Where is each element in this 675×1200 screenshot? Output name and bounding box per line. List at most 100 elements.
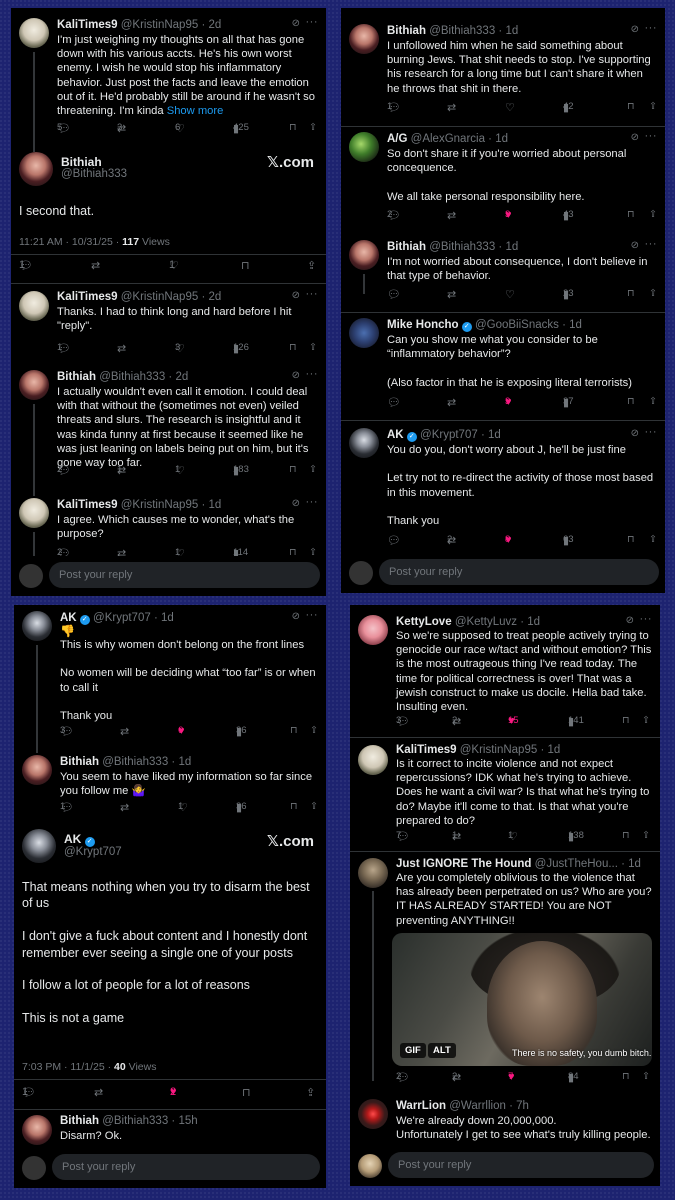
avatar[interactable] xyxy=(349,240,379,270)
handle[interactable]: @Bithiah333 xyxy=(102,1115,168,1127)
timestamp[interactable]: · 1d xyxy=(481,429,501,441)
grok-icon[interactable]: ⊘ xyxy=(292,370,300,381)
handle[interactable]: @Bithiah333 xyxy=(429,25,495,37)
more-options-icon[interactable]: ··· xyxy=(306,16,319,28)
handle[interactable]: @KristinNap95 xyxy=(121,19,199,31)
avatar[interactable] xyxy=(358,1099,388,1129)
more-options-icon[interactable]: ··· xyxy=(640,613,653,625)
bookmark-icon[interactable]: ⊓ xyxy=(627,534,634,545)
grok-icon[interactable]: ⊘ xyxy=(631,24,639,35)
share-icon[interactable]: ⇪ xyxy=(309,342,317,353)
handle[interactable]: @Bithiah333 xyxy=(61,168,127,180)
bookmark-icon[interactable]: ⊓ xyxy=(627,209,634,220)
share-icon[interactable]: ⇪ xyxy=(642,715,650,726)
reply-input[interactable]: Post your reply xyxy=(388,1152,654,1178)
avatar[interactable] xyxy=(22,829,56,863)
share-icon[interactable]: ⇪ xyxy=(310,801,318,812)
repost-icon[interactable]: ⇄ xyxy=(91,259,100,272)
bookmark-icon[interactable]: ⊓ xyxy=(627,288,634,299)
handle[interactable]: @Warrllion xyxy=(449,1100,506,1112)
handle[interactable]: @KristinNap95 xyxy=(460,744,538,756)
bookmark-icon[interactable]: ⊓ xyxy=(622,830,629,841)
more-options-icon[interactable]: ··· xyxy=(306,609,319,621)
display-name[interactable]: A/G xyxy=(387,133,407,145)
handle[interactable]: @Bithiah333 xyxy=(102,756,168,768)
more-options-icon[interactable]: ··· xyxy=(645,426,658,438)
display-name[interactable]: Bithiah xyxy=(387,25,426,37)
grok-icon[interactable]: ⊘ xyxy=(292,290,300,301)
more-options-icon[interactable]: ··· xyxy=(306,288,319,300)
handle[interactable]: @GooBiiSnacks xyxy=(475,319,559,331)
share-icon[interactable]: ⇪ xyxy=(310,725,318,736)
handle[interactable]: @Krypt707 xyxy=(64,846,122,858)
share-icon[interactable]: ⇪ xyxy=(649,209,657,220)
avatar[interactable] xyxy=(349,428,379,458)
share-icon[interactable]: ⇪ xyxy=(309,464,317,475)
share-icon[interactable]: ⇪ xyxy=(649,534,657,545)
avatar[interactable] xyxy=(349,318,379,348)
display-name[interactable]: KaliTimes9 xyxy=(57,291,118,303)
avatar[interactable] xyxy=(22,1115,52,1145)
timestamp[interactable]: · 1d xyxy=(540,744,560,756)
timestamp[interactable]: · 1d xyxy=(488,133,508,145)
timestamp[interactable]: · 2d xyxy=(201,291,221,303)
avatar[interactable] xyxy=(19,18,49,48)
handle[interactable]: @KristinNap95 xyxy=(121,499,199,511)
grok-icon[interactable]: ⊘ xyxy=(631,132,639,143)
display-name[interactable]: Bithiah xyxy=(60,756,99,768)
grok-icon[interactable]: ⊘ xyxy=(631,428,639,439)
gif-media[interactable]: GIF ALT There is no safety, you dumb bit… xyxy=(392,933,652,1066)
avatar[interactable] xyxy=(349,24,379,54)
bookmark-icon[interactable]: ⊓ xyxy=(289,342,296,353)
display-name[interactable]: AK xyxy=(60,612,77,624)
display-name[interactable]: AK xyxy=(387,429,404,441)
share-icon[interactable]: ⇪ xyxy=(307,259,316,272)
grok-icon[interactable]: ⊘ xyxy=(292,18,300,29)
repost-icon[interactable]: ⇄ xyxy=(94,1086,103,1099)
avatar[interactable] xyxy=(22,755,52,785)
share-icon[interactable]: ⇪ xyxy=(642,830,650,841)
more-options-icon[interactable]: ··· xyxy=(645,130,658,142)
reply-input[interactable]: Post your reply xyxy=(49,562,320,588)
display-name[interactable]: KaliTimes9 xyxy=(57,19,118,31)
share-icon[interactable]: ⇪ xyxy=(649,396,657,407)
timestamp[interactable]: · 2d xyxy=(201,19,221,31)
handle[interactable]: @AlexGnarcia xyxy=(411,133,485,145)
timestamp[interactable]: · 1d xyxy=(562,319,582,331)
bookmark-icon[interactable]: ⊓ xyxy=(289,122,296,133)
display-name[interactable]: AK ✓ xyxy=(64,832,95,847)
bookmark-icon[interactable]: ⊓ xyxy=(290,801,297,812)
handle[interactable]: @Bithiah333 xyxy=(99,371,165,383)
timestamp[interactable]: · 1d xyxy=(498,241,518,253)
show-more-link[interactable]: Show more xyxy=(167,105,224,117)
bookmark-icon[interactable]: ⊓ xyxy=(622,1071,629,1082)
avatar[interactable] xyxy=(358,745,388,775)
avatar[interactable] xyxy=(19,370,49,400)
bookmark-icon[interactable]: ⊓ xyxy=(622,715,629,726)
avatar[interactable] xyxy=(349,132,379,162)
grok-icon[interactable]: ⊘ xyxy=(292,498,300,509)
share-icon[interactable]: ⇪ xyxy=(649,288,657,299)
display-name[interactable]: KaliTimes9 xyxy=(57,499,118,511)
display-name[interactable]: Bithiah xyxy=(387,241,426,253)
timestamp[interactable]: · 1d xyxy=(201,499,221,511)
display-name[interactable]: Bithiah xyxy=(60,1115,99,1127)
timestamp[interactable]: · 7h xyxy=(509,1100,529,1112)
display-name[interactable]: Bithiah xyxy=(57,371,96,383)
bookmark-icon[interactable]: ⊓ xyxy=(289,464,296,475)
avatar[interactable] xyxy=(19,291,49,321)
timestamp[interactable]: · 15h xyxy=(171,1115,197,1127)
avatar[interactable] xyxy=(358,858,388,888)
grok-icon[interactable]: ⊘ xyxy=(292,611,300,622)
more-options-icon[interactable]: ··· xyxy=(306,368,319,380)
display-name[interactable]: KettyLove xyxy=(396,616,452,628)
bookmark-icon[interactable]: ⊓ xyxy=(242,1086,251,1099)
share-icon[interactable]: ⇪ xyxy=(649,101,657,112)
avatar[interactable] xyxy=(22,611,52,641)
avatar[interactable] xyxy=(19,498,49,528)
reply-input[interactable]: Post your reply xyxy=(379,559,659,585)
handle[interactable]: @Bithiah333 xyxy=(429,241,495,253)
grok-icon[interactable]: ⊘ xyxy=(626,615,634,626)
handle[interactable]: @Krypt707 xyxy=(420,429,478,441)
display-name[interactable]: Bithiah xyxy=(61,155,102,169)
